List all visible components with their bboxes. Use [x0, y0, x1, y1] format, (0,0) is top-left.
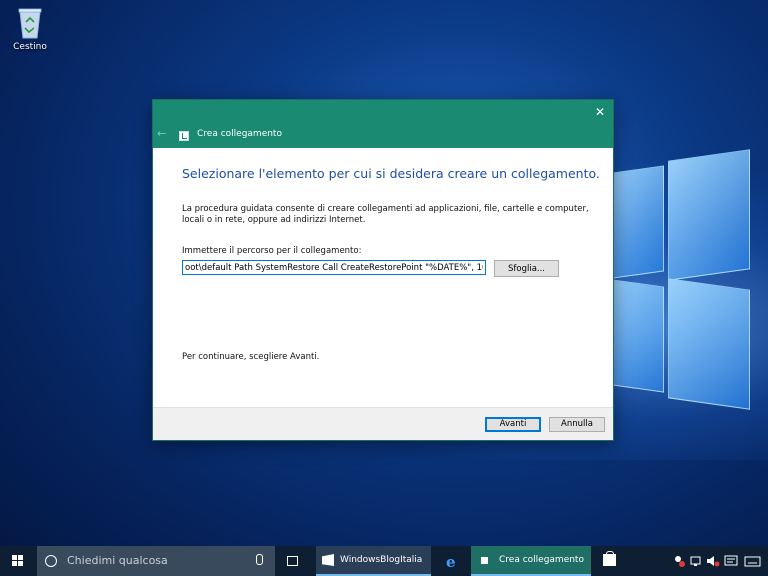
path-label: Immettere il percorso per il collegament…	[182, 246, 362, 256]
path-input[interactable]	[182, 260, 486, 275]
wizard-description: La procedura guidata consente di creare …	[182, 204, 589, 225]
windows-logo-wallpaper	[598, 149, 750, 410]
windows-blog-icon	[322, 554, 334, 566]
recycle-bin[interactable]: Cestino	[8, 4, 52, 52]
volume-icon[interactable]	[706, 554, 720, 568]
edge-icon: e	[446, 553, 456, 571]
keyboard-icon[interactable]	[744, 554, 762, 568]
store-icon	[603, 551, 616, 566]
cortana-icon	[45, 555, 57, 567]
microphone-icon[interactable]	[256, 554, 263, 565]
network-icon[interactable]	[690, 554, 704, 568]
taskbar-app-windowsblogitalia[interactable]: WindowsBlogItalia	[316, 546, 431, 576]
dialog-titlebar: ✕ ← Crea collegamento	[153, 100, 613, 148]
search-placeholder: Chiedimi qualcosa	[67, 554, 168, 567]
taskbar-app-crea-collegamento[interactable]: Crea collegamento	[471, 546, 591, 576]
search-box[interactable]: Chiedimi qualcosa	[37, 546, 275, 576]
dialog-footer: Avanti Annulla	[153, 407, 613, 440]
taskbar-app-label: Crea collegamento	[499, 555, 584, 565]
people-icon[interactable]	[672, 554, 686, 568]
start-button[interactable]	[0, 546, 36, 576]
taskbar-app-edge[interactable]: e	[438, 546, 468, 576]
dialog-title: Crea collegamento	[197, 129, 282, 139]
recycle-bin-label: Cestino	[13, 42, 47, 52]
dialog-content: Selezionare l'elemento per cui si deside…	[153, 148, 613, 408]
continue-instruction: Per continuare, scegliere Avanti.	[182, 352, 320, 362]
task-view-icon[interactable]	[285, 555, 299, 566]
taskbar-app-store[interactable]	[596, 546, 624, 576]
shortcut-icon	[179, 131, 189, 141]
taskbar-app-label: WindowsBlogItalia	[340, 555, 423, 565]
shortcut-icon	[481, 557, 488, 564]
close-button[interactable]: ✕	[587, 100, 613, 124]
notifications-icon[interactable]	[724, 554, 738, 568]
next-button[interactable]: Avanti	[485, 417, 541, 432]
page-heading: Selezionare l'elemento per cui si deside…	[182, 166, 600, 181]
system-tray	[668, 546, 768, 576]
back-arrow-icon[interactable]: ←	[157, 127, 173, 141]
cancel-button[interactable]: Annulla	[549, 417, 605, 432]
create-shortcut-dialog: ✕ ← Crea collegamento Selezionare l'elem…	[153, 100, 613, 440]
recycle-bin-icon	[16, 4, 44, 40]
browse-button[interactable]: Sfoglia...	[494, 260, 559, 277]
taskbar: Chiedimi qualcosa WindowsBlogItalia e Cr…	[0, 546, 768, 576]
